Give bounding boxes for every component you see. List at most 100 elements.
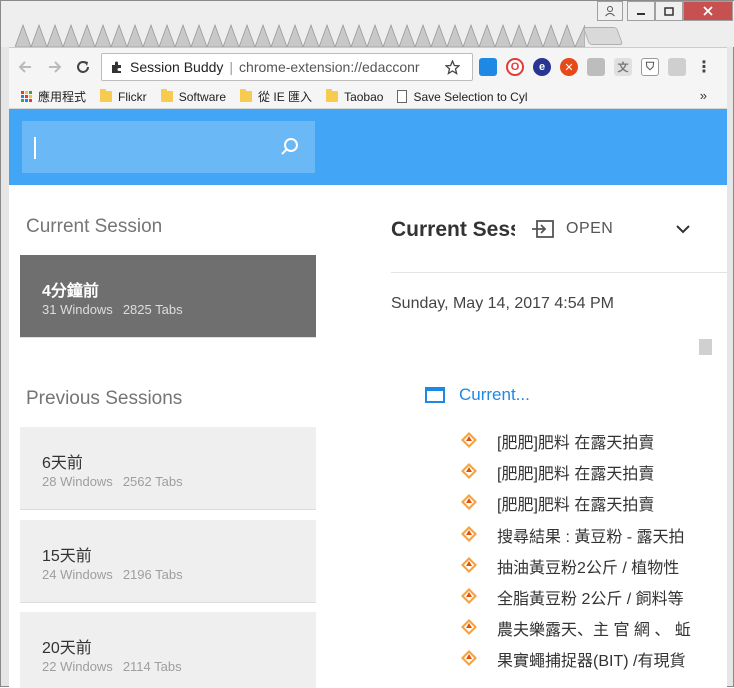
tab-link[interactable]: 抽油黃豆粉2公斤 / 植物性: [497, 554, 699, 578]
bookmark-software[interactable]: Software: [160, 89, 227, 104]
app-header: [9, 109, 727, 185]
forward-button[interactable]: [45, 57, 65, 77]
window-count: 31 Windows: [42, 302, 113, 317]
user-icon: [605, 6, 615, 17]
window-count: 24 Windows: [42, 567, 113, 582]
bookmarks-bar: 應用程式 Flickr Software 從 IE 匯入 Taobao Save…: [9, 85, 727, 109]
no-script-ext-icon[interactable]: ✕: [560, 58, 578, 76]
session-detail-title: Current Session: [391, 218, 515, 241]
divider: [391, 272, 727, 273]
browser-window: Session Buddy | chrome-extension://edacc…: [0, 0, 734, 688]
tab-count: 2562 Tabs: [122, 474, 183, 489]
reload-icon: [77, 61, 89, 73]
session-age: 20天前: [42, 640, 92, 657]
menu-kebab-icon[interactable]: ⋮: [695, 58, 713, 76]
folder-icon: [100, 89, 113, 102]
bookmark-save-selection[interactable]: Save Selection to Cyl: [397, 89, 528, 104]
bookmark-label: 應用程式: [38, 90, 87, 104]
bookmark-ie-import[interactable]: 從 IE 匯入: [240, 88, 312, 105]
session-buddy-page: Current Session 4分鐘前 31 Windows 2825 Tabs…: [9, 109, 727, 688]
back-button[interactable]: [15, 57, 35, 77]
tab-favicon-icon: [459, 648, 479, 668]
page-title: Session Buddy: [130, 59, 224, 75]
e-ext-icon[interactable]: e: [533, 58, 551, 76]
bookmark-label: 從 IE 匯入: [258, 90, 313, 104]
tab-count: 2196 Tabs: [122, 567, 183, 582]
browser-toolbar: Session Buddy | chrome-extension://edacc…: [9, 47, 727, 85]
folder-icon: [160, 89, 173, 102]
tab-favicon-icon: [459, 524, 479, 544]
tab-link[interactable]: 全脂黃豆粉 2公斤 / 飼料等: [497, 585, 699, 609]
grey-box-ext-icon[interactable]: [668, 58, 686, 76]
previous-session-card[interactable]: 20天前 22 Windows 2114 Tabs: [20, 612, 316, 688]
previous-session-card[interactable]: 15天前 24 Windows 2196 Tabs: [20, 520, 316, 603]
tab-favicon-icon: [459, 555, 479, 575]
translate-ext-icon[interactable]: 文: [614, 58, 632, 76]
current-session-heading: Current Session: [26, 216, 163, 237]
bookmark-label: Flickr: [118, 89, 147, 104]
tab-count: 2825 Tabs: [122, 302, 183, 317]
bookmark-taobao[interactable]: Taobao: [326, 89, 384, 104]
maximize-button[interactable]: [655, 1, 683, 21]
puzzle-icon: [112, 61, 121, 73]
apps-icon: [21, 91, 32, 102]
bookmark-label: Software: [178, 89, 227, 104]
window-label-link[interactable]: Current...: [459, 385, 530, 405]
open-in-icon[interactable]: [531, 219, 555, 239]
folder-icon: [240, 89, 253, 102]
minimize-button[interactable]: [627, 1, 655, 21]
shield-ext-icon[interactable]: ⛉: [641, 58, 659, 76]
window-controls: [627, 1, 733, 21]
tab-favicon-icon: [459, 461, 479, 481]
reload-button[interactable]: [73, 57, 93, 77]
session-stats: 31 Windows 2825 Tabs: [42, 302, 183, 317]
tab-link[interactable]: [肥肥]肥料 在露天拍賣: [497, 460, 699, 484]
tab-count: 2114 Tabs: [122, 659, 182, 674]
session-detail-panel: Current Session OPEN Sunday, May 14, 201…: [391, 185, 727, 688]
new-tab-button[interactable]: [582, 27, 624, 45]
user-profile-button[interactable]: [597, 1, 623, 21]
search-icon[interactable]: [279, 136, 301, 158]
bookmark-label: Taobao: [344, 89, 384, 104]
session-age: 4分鐘前: [42, 283, 99, 300]
tab-link[interactable]: [肥肥]肥料 在露天拍賣: [497, 491, 699, 515]
address-bar[interactable]: Session Buddy | chrome-extension://edacc…: [101, 53, 473, 81]
session-date: Sunday, May 14, 2017 4:54 PM: [391, 295, 614, 312]
window-icon: [425, 387, 445, 403]
close-icon: [703, 6, 713, 16]
bookmark-flickr[interactable]: Flickr: [100, 89, 147, 104]
tab-link[interactable]: 果實蠅捕捉器(BIT) /有現貨: [497, 647, 699, 671]
bookmark-label: Save Selection to Cyl: [413, 89, 528, 104]
tab-favicon-icon: [459, 430, 479, 450]
session-stats: 28 Windows 2562 Tabs: [42, 474, 183, 489]
tab-link[interactable]: 搜尋結果 : 黃豆粉 - 露天拍: [497, 523, 699, 547]
restore-icon: [664, 7, 674, 16]
opera-ext-icon[interactable]: O: [506, 58, 524, 76]
current-session-card[interactable]: 4分鐘前 31 Windows 2825 Tabs: [20, 255, 316, 338]
session-buddy-ext-icon[interactable]: [479, 58, 497, 76]
extension-icons: O e ✕ 文 ⛉ ⋮: [479, 56, 713, 78]
bookmark-apps[interactable]: 應用程式: [21, 88, 86, 105]
window-count: 28 Windows: [42, 474, 113, 489]
tab-strip: [1, 1, 734, 47]
window-count: 22 Windows: [42, 659, 113, 674]
previous-sessions-heading: Previous Sessions: [26, 388, 183, 409]
minimize-icon: [637, 13, 645, 15]
tab-link[interactable]: [肥肥]肥料 在露天拍賣: [497, 429, 699, 453]
open-button[interactable]: OPEN: [566, 220, 613, 238]
stacked-tabs[interactable]: [15, 23, 585, 47]
chevron-down-icon[interactable]: [674, 222, 692, 236]
text-cursor: [34, 137, 36, 159]
tab-link[interactable]: 農夫樂露天、主 官 網 、 蚯: [497, 616, 699, 640]
close-button[interactable]: [683, 1, 733, 21]
tab-favicon-icon: [459, 492, 479, 512]
session-stats: 22 Windows 2114 Tabs: [42, 659, 182, 674]
url-text: chrome-extension://edacconr: [239, 59, 420, 75]
grey-ext-icon[interactable]: [587, 58, 605, 76]
previous-session-card[interactable]: 6天前 28 Windows 2562 Tabs: [20, 427, 316, 510]
bookmarks-overflow-button[interactable]: »: [700, 88, 707, 103]
scrollbar-thumb[interactable]: [699, 339, 712, 355]
bookmark-star-button[interactable]: [444, 59, 461, 75]
address-separator: |: [229, 59, 234, 75]
search-input[interactable]: [22, 121, 315, 173]
